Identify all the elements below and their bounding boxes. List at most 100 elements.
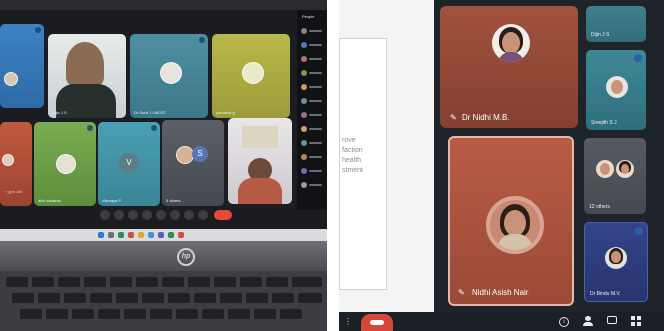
key [84, 277, 106, 287]
key [72, 309, 94, 319]
key [228, 309, 250, 319]
tile-name: 5 others [166, 198, 181, 203]
more-icon[interactable] [198, 210, 208, 220]
key [214, 277, 236, 287]
participant-tile[interactable]: Dijin J S [586, 6, 646, 42]
windows-start-icon[interactable] [98, 232, 104, 238]
app-icon[interactable] [148, 232, 154, 238]
app-icon[interactable] [118, 232, 124, 238]
key [202, 309, 224, 319]
mic-button[interactable] [100, 210, 110, 220]
participant-tile[interactable]: V Vismaya P [98, 122, 160, 206]
tile-name: Dr Bindu M.V. [590, 291, 621, 297]
active-speaker-tile[interactable]: ✎ Nidhi Asish Nair [448, 136, 574, 306]
participant-tile[interactable]: Dr Bindu M.V. [584, 222, 648, 302]
end-call-icon [370, 320, 384, 325]
end-call-button[interactable] [361, 314, 393, 331]
end-call-button[interactable] [214, 210, 232, 220]
people-list-item[interactable] [301, 112, 323, 118]
participant-tile[interactable]: ✎ Dr Nidhi M.B. [440, 6, 578, 128]
search-icon[interactable] [108, 232, 114, 238]
camera-button[interactable] [114, 210, 124, 220]
people-list-item[interactable] [301, 70, 323, 76]
tile-name: 12 others [589, 204, 610, 210]
raise-hand-button[interactable] [170, 210, 180, 220]
captions-button[interactable] [128, 210, 138, 220]
people-list-item[interactable] [301, 140, 323, 146]
participant-tile[interactable] [228, 118, 292, 204]
tile-name: Sreejith S J [591, 120, 617, 126]
key [176, 309, 198, 319]
more-icon[interactable]: ⋮ [343, 317, 353, 327]
participant-tile[interactable]: parvathy g [212, 34, 290, 118]
key [124, 309, 146, 319]
key [246, 293, 268, 303]
tile-name: Nidhi Asish Nair [472, 288, 529, 297]
tile-name: parvathy g [216, 110, 235, 115]
others-tile[interactable]: S 5 others [162, 120, 224, 206]
avatar [492, 24, 530, 62]
key [116, 293, 138, 303]
present-button[interactable] [156, 210, 166, 220]
participant-tile[interactable]: akhi saharan [34, 122, 96, 206]
avatar-initial: V [119, 153, 139, 173]
chat-icon[interactable] [607, 316, 617, 326]
meeting-toolbar: ⋮ i [339, 312, 664, 331]
people-panel: People [297, 10, 327, 210]
meeting-time: ~ gpm-ald [4, 189, 22, 194]
people-list-item[interactable] [301, 98, 323, 104]
app-icon[interactable] [158, 232, 164, 238]
key [110, 277, 132, 287]
app-icon[interactable] [168, 232, 174, 238]
avatar-initial: S [192, 146, 208, 162]
people-list-item[interactable] [301, 168, 323, 174]
people-icon[interactable] [583, 316, 593, 326]
people-list-item[interactable] [301, 28, 323, 34]
more-options-button[interactable] [184, 210, 194, 220]
others-tile[interactable]: 12 others [584, 138, 646, 214]
wall-frame [242, 126, 278, 148]
info-icon[interactable]: i [559, 317, 569, 327]
key [142, 293, 164, 303]
people-list-item[interactable] [301, 126, 323, 132]
key [150, 309, 172, 319]
key [266, 277, 288, 287]
avatar [486, 196, 544, 254]
key [272, 293, 294, 303]
taskbar [0, 229, 327, 241]
key [12, 293, 34, 303]
key [254, 309, 276, 319]
app-icon[interactable] [178, 232, 184, 238]
activities-icon[interactable] [631, 316, 641, 326]
pin-icon [151, 125, 157, 131]
avatar [605, 247, 627, 269]
key [98, 309, 120, 319]
image-divider [327, 0, 339, 331]
document-text: health [342, 157, 362, 164]
pin-icon: ✎ [450, 113, 457, 122]
avatar [616, 160, 634, 178]
people-list-item[interactable] [301, 56, 323, 62]
meeting-controls [100, 210, 270, 222]
participant-tile[interactable]: Dr Sunil J LMCST [130, 34, 208, 118]
participant-tile[interactable] [0, 24, 44, 108]
reactions-button[interactable] [142, 210, 152, 220]
key [20, 309, 42, 319]
people-list-item[interactable] [301, 154, 323, 160]
app-icon[interactable] [138, 232, 144, 238]
document-page: rove faction health stment [339, 38, 387, 290]
brand-logo: hp [177, 248, 195, 266]
people-list-item[interactable] [301, 42, 323, 48]
tile-name: Dijin J S [591, 32, 610, 38]
avatar [160, 62, 182, 84]
tile-name: Dr Sunil J LMCST [134, 110, 167, 115]
participant-tile[interactable]: Dijin J S [48, 34, 126, 118]
people-list-item[interactable] [301, 84, 323, 90]
key [298, 293, 322, 303]
people-list-item[interactable] [301, 182, 323, 188]
key [58, 277, 80, 287]
key [168, 293, 190, 303]
monitor-photo: rove faction health stment ✎ Dr Nidhi M.… [339, 0, 664, 331]
app-icon[interactable] [128, 232, 134, 238]
participant-tile[interactable]: Sreejith S J [586, 50, 646, 130]
